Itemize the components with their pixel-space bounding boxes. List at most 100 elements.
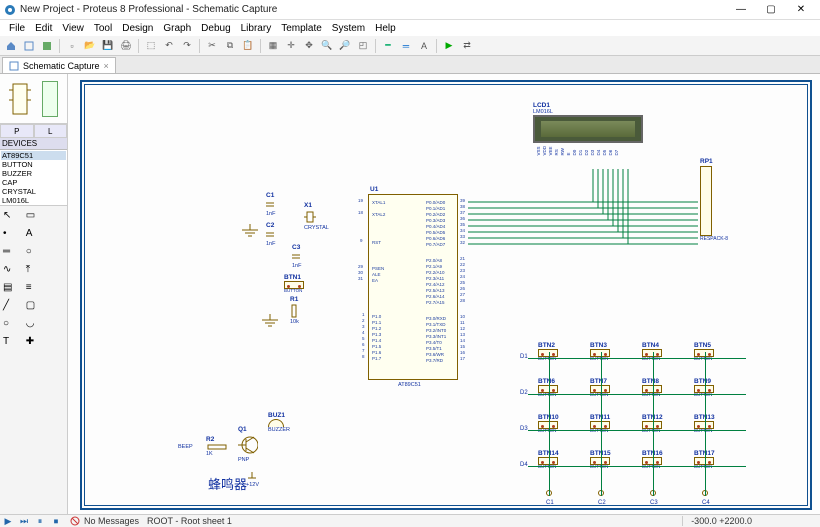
net-beep[interactable]: BEEP bbox=[178, 444, 193, 450]
nomessages-icon bbox=[70, 516, 80, 526]
tool-redo-icon[interactable]: ↷ bbox=[179, 38, 195, 54]
picker-mode-p[interactable]: P bbox=[0, 124, 34, 138]
sim-play-button[interactable]: ▶ bbox=[1, 516, 15, 527]
keypad-col-label: C1 bbox=[546, 500, 554, 506]
devices-list[interactable]: AT89C51 BUTTON BUZZER CAP CRYSTAL LM016L… bbox=[0, 150, 67, 206]
tool-pcb-icon[interactable] bbox=[39, 38, 55, 54]
tool-schematic-icon[interactable] bbox=[21, 38, 37, 54]
device-item[interactable]: LM016L bbox=[1, 196, 66, 205]
status-sheet[interactable]: ROOT - Root sheet 1 bbox=[143, 516, 236, 526]
devices-header: DEVICES bbox=[0, 138, 67, 150]
side-component-icon[interactable]: ▭ bbox=[25, 209, 41, 225]
keypad-row-label: D1 bbox=[520, 354, 528, 360]
gnd-icon bbox=[258, 314, 282, 332]
side-line-icon[interactable]: ╱ bbox=[2, 299, 18, 315]
menu-view[interactable]: View bbox=[57, 22, 89, 35]
menu-edit[interactable]: Edit bbox=[30, 22, 57, 35]
menu-library[interactable]: Library bbox=[236, 22, 277, 35]
tab-close-icon[interactable]: × bbox=[104, 61, 109, 71]
component-c2[interactable]: C2 1nF bbox=[266, 222, 275, 247]
side-generator-icon[interactable]: ∿ bbox=[2, 263, 18, 279]
side-terminal-icon[interactable]: ○ bbox=[25, 245, 41, 261]
tool-copy-icon[interactable]: ⧉ bbox=[222, 38, 238, 54]
menu-help[interactable]: Help bbox=[370, 22, 401, 35]
sim-stop-button[interactable]: ⏹ bbox=[49, 516, 63, 527]
side-arc-icon[interactable]: ◡ bbox=[25, 317, 41, 333]
keypad-col-wire bbox=[549, 352, 550, 496]
side-select-icon[interactable]: ↖ bbox=[2, 209, 18, 225]
tool-zoomin-icon[interactable]: 🔍 bbox=[319, 38, 335, 54]
component-r2[interactable]: R2 1K bbox=[206, 436, 228, 457]
window-maximize-button[interactable]: ▢ bbox=[756, 1, 786, 19]
main-toolbar: ▫ 📂 💾 🖨 ⬚ ↶ ↷ ✂ ⧉ 📋 ▦ ✛ ✥ 🔍 🔎 ◰ ━ ═ A ▶ … bbox=[0, 36, 820, 56]
menu-file[interactable]: File bbox=[4, 22, 30, 35]
side-box-icon[interactable]: ▢ bbox=[25, 299, 41, 315]
tool-grid-icon[interactable]: ▦ bbox=[265, 38, 281, 54]
tool-open-icon[interactable]: 📂 bbox=[82, 38, 98, 54]
picker-mode-l[interactable]: L bbox=[34, 124, 68, 138]
tool-origin-icon[interactable]: ✛ bbox=[283, 38, 299, 54]
tool-zoomfit-icon[interactable]: ◰ bbox=[355, 38, 371, 54]
menu-template[interactable]: Template bbox=[276, 22, 327, 35]
keypad-row-wire bbox=[528, 430, 746, 431]
side-probe-icon[interactable]: ⤒ bbox=[25, 263, 41, 279]
menu-tool[interactable]: Tool bbox=[89, 22, 117, 35]
device-item[interactable]: CAP bbox=[1, 178, 66, 187]
side-text-icon[interactable]: T bbox=[2, 335, 18, 351]
side-bus-icon[interactable]: ═ bbox=[2, 245, 18, 261]
sim-step-button[interactable]: ⏭ bbox=[17, 516, 31, 527]
menu-graph[interactable]: Graph bbox=[158, 22, 196, 35]
window-minimize-button[interactable]: — bbox=[726, 1, 756, 19]
device-item[interactable]: BUTTON bbox=[1, 160, 66, 169]
tool-wire-icon[interactable]: ━ bbox=[380, 38, 396, 54]
tool-print-icon[interactable]: 🖨 bbox=[118, 38, 134, 54]
menu-debug[interactable]: Debug bbox=[196, 22, 235, 35]
status-coords: -300.0 +2200.0 bbox=[682, 516, 760, 526]
component-c3[interactable]: C3 1nF bbox=[292, 244, 301, 269]
tool-save-icon[interactable]: 💾 bbox=[100, 38, 116, 54]
component-c1[interactable]: C1 1nF bbox=[266, 192, 275, 217]
tool-home-icon[interactable] bbox=[3, 38, 19, 54]
tool-pan-icon[interactable]: ✥ bbox=[301, 38, 317, 54]
component-btn1[interactable]: BTN1 BUTTON bbox=[284, 274, 304, 294]
side-junction-icon[interactable]: • bbox=[2, 227, 18, 243]
tool-text-icon[interactable]: A bbox=[416, 38, 432, 54]
document-tabs: Schematic Capture × bbox=[0, 56, 820, 74]
window-close-button[interactable]: ✕ bbox=[786, 1, 816, 19]
lcd1-ref: LCD1 bbox=[533, 102, 643, 109]
tab-schematic[interactable]: Schematic Capture × bbox=[2, 57, 116, 73]
tool-play-icon[interactable]: ▶ bbox=[441, 38, 457, 54]
schematic-canvas[interactable]: U1 AT89C51 XTAL1 XTAL2 RST PSEN ALE EA P… bbox=[68, 74, 820, 514]
tool-cut-icon[interactable]: ✂ bbox=[204, 38, 220, 54]
tool-zoom-area-icon[interactable]: ⬚ bbox=[143, 38, 159, 54]
u1-value: AT89C51 bbox=[398, 382, 421, 388]
u1-ref: U1 bbox=[370, 186, 378, 193]
device-item[interactable]: CRYSTAL bbox=[1, 187, 66, 196]
side-graph-icon[interactable]: ▤ bbox=[2, 281, 18, 297]
component-buz1[interactable]: BUZ1 BUZZER bbox=[268, 412, 290, 433]
side-script-icon[interactable]: ≡ bbox=[25, 281, 41, 297]
keypad-col-wire bbox=[653, 352, 654, 496]
side-label-icon[interactable]: A bbox=[25, 227, 41, 243]
component-q1[interactable]: Q1 PNP bbox=[238, 426, 258, 463]
tool-transfer-icon[interactable]: ⇄ bbox=[459, 38, 475, 54]
side-circle-icon[interactable]: ○ bbox=[2, 317, 18, 333]
keypad-col-label: C2 bbox=[598, 500, 606, 506]
tool-zoomout-icon[interactable]: 🔎 bbox=[337, 38, 353, 54]
main-area: P L DEVICES AT89C51 BUTTON BUZZER CAP CR… bbox=[0, 74, 820, 514]
component-lcd1[interactable]: LCD1 LM016L VSSVDD VEERS RWE D0D1 D2D3 D… bbox=[533, 102, 643, 156]
menu-system[interactable]: System bbox=[327, 22, 370, 35]
menu-design[interactable]: Design bbox=[117, 22, 158, 35]
sim-pause-button[interactable]: ⏸ bbox=[33, 516, 47, 527]
tab-schematic-icon bbox=[9, 61, 19, 71]
tool-undo-icon[interactable]: ↶ bbox=[161, 38, 177, 54]
tool-new-icon[interactable]: ▫ bbox=[64, 38, 80, 54]
component-x1[interactable]: X1 CRYSTAL bbox=[304, 202, 329, 231]
tool-bus-icon[interactable]: ═ bbox=[398, 38, 414, 54]
side-marker-icon[interactable]: ✚ bbox=[25, 335, 41, 351]
device-item[interactable]: BUZZER bbox=[1, 169, 66, 178]
side-toolbar: ↖ ▭ • A ═ ○ ∿ ⤒ ▤ ≡ ╱ ▢ ○ ◡ T ✚ bbox=[0, 206, 67, 514]
device-item[interactable]: AT89C51 bbox=[1, 151, 66, 160]
component-r1[interactable]: R1 10k bbox=[290, 296, 299, 325]
tool-paste-icon[interactable]: 📋 bbox=[240, 38, 256, 54]
